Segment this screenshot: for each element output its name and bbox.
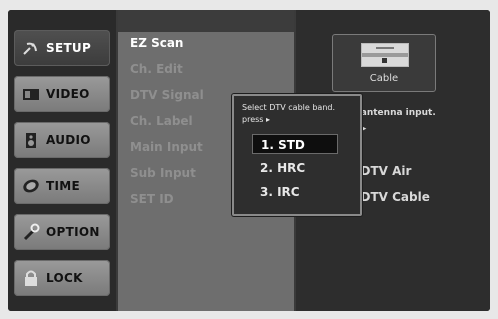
cable-band-popup: Select DTV cable band. press ▸ 1. STD 2.… xyxy=(232,94,362,216)
tab-time[interactable]: TIME xyxy=(14,168,110,204)
menu-top-band xyxy=(118,10,294,32)
cable-input-icon xyxy=(361,43,409,67)
satellite-dish-icon xyxy=(20,37,42,59)
tab-label: OPTION xyxy=(46,225,100,239)
cable-input-box[interactable]: Cable xyxy=(332,34,436,92)
tab-lock[interactable]: LOCK xyxy=(14,260,110,296)
band-option-irc[interactable]: 3. IRC xyxy=(252,182,338,202)
tab-setup[interactable]: SETUP xyxy=(14,30,110,66)
cable-label: Cable xyxy=(369,73,399,84)
tab-label: AUDIO xyxy=(46,133,91,147)
speaker-icon xyxy=(20,129,42,151)
tab-option[interactable]: OPTION xyxy=(14,214,110,250)
tv-icon xyxy=(20,83,42,105)
tab-video[interactable]: VIDEO xyxy=(14,76,110,112)
band-option-std[interactable]: 1. STD xyxy=(252,134,338,154)
menu-item-main-input[interactable]: Main Input xyxy=(130,140,203,154)
menu-item-set-id[interactable]: SET ID xyxy=(130,192,174,206)
tab-label: VIDEO xyxy=(46,87,90,101)
tab-label: TIME xyxy=(46,179,80,193)
popup-line-2: press ▸ xyxy=(242,115,271,124)
tab-label: LOCK xyxy=(46,271,83,285)
menu-item-ez-scan[interactable]: EZ Scan xyxy=(130,36,183,50)
menu-item-ch-edit[interactable]: Ch. Edit xyxy=(130,62,183,76)
tab-label: SETUP xyxy=(46,41,92,55)
popup-line-1: Select DTV cable band. xyxy=(242,103,336,112)
band-option-hrc[interactable]: 2. HRC xyxy=(252,158,338,178)
tv-osd-menu: SETUP VIDEO AUDIO TIME OPTION LOCK EZ Sc… xyxy=(8,10,490,311)
wrench-icon xyxy=(20,221,42,243)
menu-item-ch-label[interactable]: Ch. Label xyxy=(130,114,193,128)
padlock-icon xyxy=(20,267,42,289)
clock-icon xyxy=(20,175,42,197)
tab-audio[interactable]: AUDIO xyxy=(14,122,110,158)
category-tabs: SETUP VIDEO AUDIO TIME OPTION LOCK xyxy=(8,10,116,311)
popup-message: Select DTV cable band. press ▸ xyxy=(242,102,335,126)
menu-item-sub-input[interactable]: Sub Input xyxy=(130,166,196,180)
menu-item-dtv-signal[interactable]: DTV Signal xyxy=(130,88,204,102)
